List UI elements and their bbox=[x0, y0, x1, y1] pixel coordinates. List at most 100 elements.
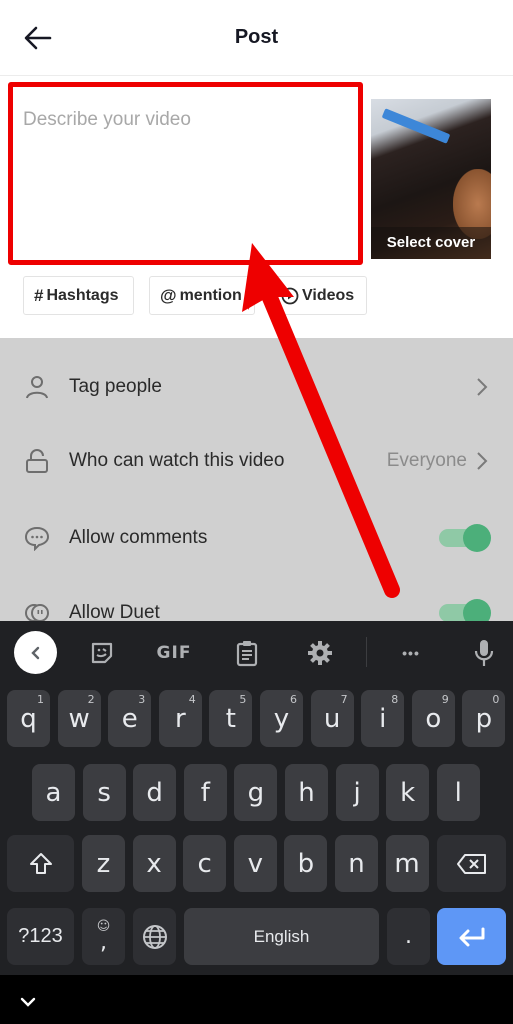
language-key[interactable] bbox=[133, 908, 176, 965]
keyboard-settings-button[interactable] bbox=[300, 633, 340, 673]
on-screen-keyboard: GIF ••• ?123 ☺ , English . q 1 w 2 e 3 r… bbox=[0, 621, 513, 975]
key-d[interactable]: d bbox=[133, 764, 177, 821]
key-number-hint: 9 bbox=[441, 693, 449, 706]
key-label: k bbox=[400, 777, 416, 808]
allow-comments-label: Allow comments bbox=[69, 527, 208, 548]
enter-key[interactable] bbox=[437, 908, 506, 965]
more-options-button[interactable]: ••• bbox=[391, 633, 431, 673]
hashtag-icon: # bbox=[34, 285, 44, 305]
key-label: a bbox=[45, 777, 62, 808]
key-label: v bbox=[247, 848, 263, 879]
key-label: o bbox=[425, 703, 442, 734]
key-x[interactable]: x bbox=[132, 835, 176, 892]
clipboard-button[interactable] bbox=[227, 633, 267, 673]
key-label: f bbox=[200, 777, 210, 808]
key-c[interactable]: c bbox=[183, 835, 227, 892]
system-nav-bar bbox=[0, 975, 513, 1024]
backspace-icon bbox=[456, 853, 486, 874]
compose-section: Select cover # Hashtags @ mention Videos bbox=[0, 76, 513, 338]
key-label: p bbox=[475, 703, 493, 734]
key-i[interactable]: i8 bbox=[361, 690, 405, 747]
gif-button[interactable]: GIF bbox=[154, 633, 194, 673]
chevron-left-icon bbox=[30, 646, 39, 659]
key-p[interactable]: p0 bbox=[462, 690, 506, 747]
symbols-key[interactable]: ?123 bbox=[7, 908, 74, 965]
settings-list: Tag people Who can watch this video Ever… bbox=[0, 338, 513, 627]
hashtags-label: Hashtags bbox=[46, 286, 119, 304]
chip-row: # Hashtags @ mention Videos bbox=[23, 276, 367, 315]
key-s[interactable]: s bbox=[82, 764, 126, 821]
key-number-hint: 5 bbox=[239, 693, 247, 706]
key-number-hint: 3 bbox=[138, 693, 146, 706]
key-k[interactable]: k bbox=[386, 764, 430, 821]
key-r[interactable]: r4 bbox=[158, 690, 202, 747]
key-t[interactable]: t5 bbox=[209, 690, 253, 747]
key-j[interactable]: j bbox=[335, 764, 379, 821]
key-label: b bbox=[297, 848, 315, 879]
key-w[interactable]: w2 bbox=[57, 690, 101, 747]
key-number-hint: 4 bbox=[188, 693, 196, 706]
key-l[interactable]: l bbox=[436, 764, 480, 821]
key-q[interactable]: q1 bbox=[7, 690, 50, 747]
select-cover-button[interactable]: Select cover bbox=[371, 99, 491, 259]
key-y[interactable]: y6 bbox=[260, 690, 303, 747]
toggle-knob bbox=[463, 524, 491, 552]
chevron-down-icon[interactable] bbox=[18, 995, 38, 1009]
shift-key[interactable] bbox=[7, 835, 74, 892]
keyboard-toolbar: GIF ••• bbox=[0, 621, 513, 683]
key-o[interactable]: o9 bbox=[411, 690, 455, 747]
unlock-icon bbox=[26, 449, 48, 473]
key-e[interactable]: e3 bbox=[108, 690, 152, 747]
sticker-button[interactable] bbox=[82, 633, 122, 673]
keyboard-collapse-button[interactable] bbox=[14, 631, 57, 674]
key-f[interactable]: f bbox=[183, 764, 227, 821]
key-z[interactable]: z bbox=[82, 835, 125, 892]
key-h[interactable]: h bbox=[285, 764, 328, 821]
comma-key[interactable]: ☺ , bbox=[82, 908, 125, 965]
key-number-hint: 6 bbox=[290, 693, 297, 706]
key-label: l bbox=[454, 777, 462, 808]
key-label: j bbox=[353, 777, 361, 808]
key-label: c bbox=[197, 848, 212, 879]
period-key[interactable]: . bbox=[387, 908, 430, 965]
microphone-icon bbox=[474, 640, 494, 666]
key-number-hint: 1 bbox=[37, 693, 44, 706]
key-label: i bbox=[379, 703, 387, 734]
key-label: u bbox=[323, 703, 341, 734]
who-can-watch-row[interactable]: Who can watch this video Everyone bbox=[0, 431, 513, 491]
key-label: w bbox=[68, 703, 90, 734]
mention-chip[interactable]: @ mention bbox=[149, 276, 255, 315]
voice-input-button[interactable] bbox=[464, 633, 504, 673]
mention-label: mention bbox=[179, 286, 242, 304]
select-cover-label: Select cover bbox=[371, 227, 491, 259]
key-a[interactable]: a bbox=[32, 764, 75, 821]
key-b[interactable]: b bbox=[284, 835, 328, 892]
space-key[interactable]: English bbox=[184, 908, 379, 965]
globe-icon bbox=[142, 924, 167, 949]
backspace-key[interactable] bbox=[437, 835, 506, 892]
tag-people-row[interactable]: Tag people bbox=[0, 357, 513, 417]
videos-chip[interactable]: Videos bbox=[270, 276, 367, 315]
hashtags-chip[interactable]: # Hashtags bbox=[23, 276, 134, 315]
allow-comments-row: Allow comments bbox=[0, 508, 513, 568]
gear-icon bbox=[308, 641, 332, 665]
key-v[interactable]: v bbox=[233, 835, 277, 892]
description-input[interactable] bbox=[13, 87, 358, 260]
comment-icon bbox=[24, 526, 50, 551]
key-u[interactable]: u7 bbox=[310, 690, 354, 747]
key-label: m bbox=[394, 848, 420, 879]
key-label: z bbox=[96, 848, 111, 879]
chevron-right-icon bbox=[477, 378, 488, 396]
comma-label: , bbox=[100, 930, 107, 955]
key-m[interactable]: m bbox=[385, 835, 429, 892]
chevron-right-icon bbox=[477, 452, 488, 470]
key-label: n bbox=[348, 848, 365, 879]
person-icon bbox=[26, 376, 48, 399]
key-g[interactable]: g bbox=[234, 764, 278, 821]
key-label: t bbox=[225, 703, 236, 734]
privacy-value: Everyone bbox=[386, 450, 467, 471]
page-title: Post bbox=[234, 26, 279, 48]
allow-comments-toggle[interactable] bbox=[439, 524, 491, 552]
top-bar: Post bbox=[0, 0, 513, 76]
key-n[interactable]: n bbox=[335, 835, 378, 892]
